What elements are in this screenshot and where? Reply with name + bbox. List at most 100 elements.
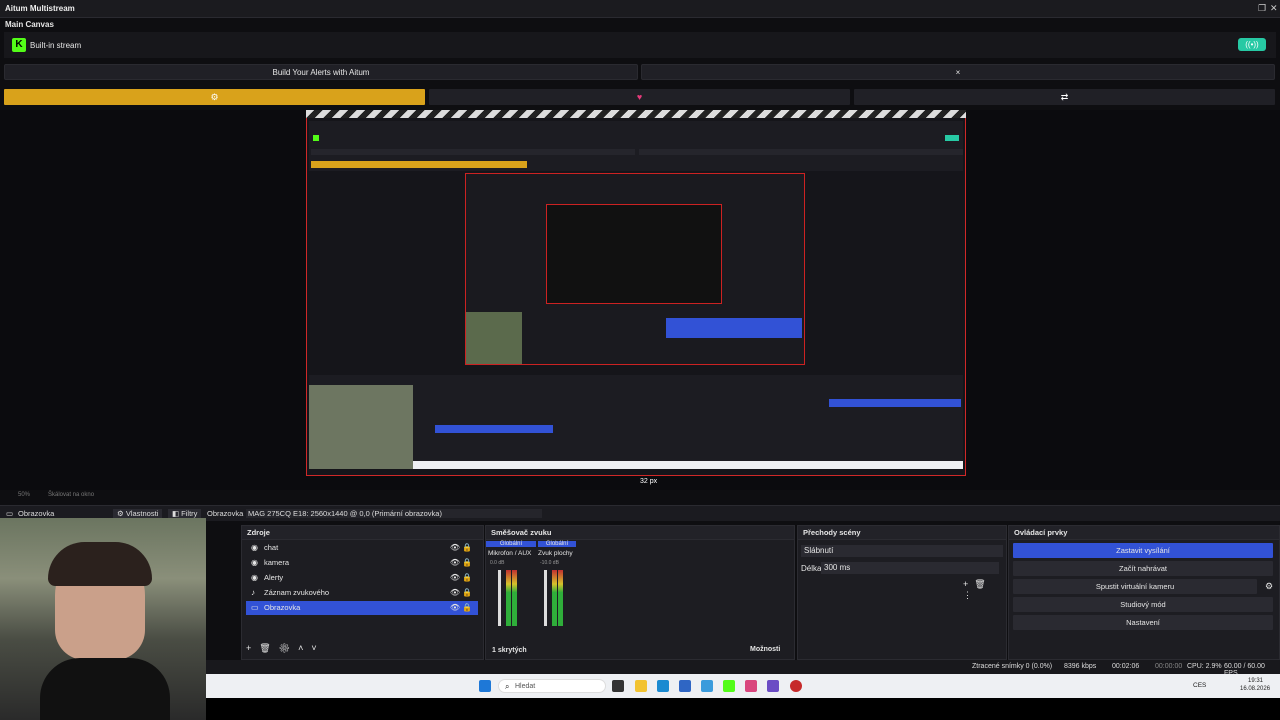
transition-select[interactable]: Slábnutí [801, 545, 1003, 557]
vscode-icon[interactable] [701, 680, 713, 692]
mixer-title: Směšovač zvuku [486, 526, 794, 540]
source-item[interactable]: ♪ Záznam zvukového 👁 🔒 [246, 586, 478, 600]
selected-source-name: Obrazovka [18, 509, 55, 518]
controls-panel: Ovládací prvky Zastavit vysílání Začít n… [1008, 525, 1280, 660]
language[interactable]: CES [1193, 682, 1206, 689]
microphone-icon: ♪ [251, 588, 255, 597]
nested-webcam-2 [309, 385, 413, 469]
nested-controls [666, 318, 802, 338]
channel-1-meter [512, 570, 517, 626]
source-label: chat [264, 543, 279, 552]
source-label: Záznam zvukového [264, 588, 330, 597]
build-alerts-button[interactable]: Build Your Alerts with Aitum [4, 64, 638, 80]
filters-button[interactable]: ◧ Filtry [168, 509, 202, 518]
camera-icon: ◉ [251, 558, 258, 567]
source-label: Obrazovka [264, 603, 301, 612]
close-icon[interactable]: ✕ [1270, 3, 1278, 14]
nested-kick-icon [313, 135, 319, 141]
sources-title: Zdroje [242, 526, 483, 540]
source-item[interactable]: ◉ kamera 👁 🔒 [246, 556, 478, 570]
display-select[interactable]: MAG 275CQ E18: 2560x1440 @ 0,0 (Primární… [246, 509, 542, 518]
search-box[interactable]: ⌕ Hledat [498, 679, 606, 693]
clock-time[interactable]: 19:31 [1248, 678, 1263, 684]
source-label: Alerty [264, 573, 284, 582]
edge-icon[interactable] [657, 680, 669, 692]
hair [48, 542, 152, 586]
source-item-selected[interactable]: ▭ Obrazovka 👁 🔒 [246, 601, 478, 615]
progress-segment-heart[interactable]: ♥ [429, 89, 850, 105]
heart-icon: ♥ [636, 92, 643, 102]
stream-row[interactable]: K Built-in stream ((•)) [4, 32, 1276, 58]
chat-icon: ◉ [251, 543, 258, 552]
zoom-label[interactable]: Škálovat na okno [48, 492, 94, 498]
nested-preview [465, 173, 805, 365]
zoom-bar: 50% Škálovat na okno [0, 490, 1280, 502]
resize-label: 32 px [640, 478, 658, 485]
store-icon[interactable] [679, 680, 691, 692]
settings-button[interactable]: Nastavení [1013, 615, 1273, 630]
monitor-icon: ▭ [251, 603, 259, 612]
zoom-percent[interactable]: 50% [18, 492, 30, 498]
lock-icon: 🔒 [462, 603, 472, 612]
stream-status-button[interactable]: ((•)) [1238, 38, 1266, 51]
gear-icon[interactable]: ⚙ [1265, 581, 1273, 592]
channel-1-fader[interactable] [498, 570, 501, 626]
nested-row [639, 149, 963, 155]
start-recording-button[interactable]: Začít nahrávat [1013, 561, 1273, 576]
transitions-panel: Přechody scény Slábnutí Délka 300 ms +🗑⋮ [797, 525, 1007, 660]
kick-icon: K [12, 38, 26, 52]
channel-2-fader[interactable] [544, 570, 547, 626]
search-icon: ⌕ [505, 682, 510, 691]
kick-app-icon[interactable] [723, 680, 735, 692]
stream-name: Built-in stream [30, 41, 82, 50]
search-text: Hledat [515, 683, 536, 690]
properties-label: Vlastnosti [125, 509, 159, 518]
hidden-count: 1 skrytých [492, 647, 527, 654]
preview-screenshot[interactable] [306, 112, 966, 476]
nested-header [309, 121, 963, 171]
nested-source-selected [435, 425, 553, 433]
stream-time: 00:02:06 [1112, 663, 1140, 670]
mixer-options[interactable]: Možnosti [750, 646, 780, 653]
mixer-tab-2[interactable]: Globální [538, 541, 576, 547]
source-item[interactable]: ◉ Alerty 👁 🔒 [246, 571, 478, 585]
properties-button[interactable]: ⚙ Vlastnosti [113, 509, 163, 518]
mixer-tab-1[interactable]: Globální [486, 541, 536, 547]
canvas-label: Main Canvas [5, 20, 54, 29]
eye-icon: 👁 [449, 573, 460, 582]
instagram-icon[interactable] [745, 680, 757, 692]
stop-stream-button[interactable]: Zastavit vysílání [1013, 543, 1273, 558]
obs-icon[interactable] [790, 680, 802, 692]
channel-2-name: Zvuk plochy [538, 550, 573, 557]
channel-1-db: 0.0 dB [490, 560, 505, 566]
eye-icon: 👁 [449, 588, 460, 597]
windows-start-icon[interactable] [479, 680, 491, 692]
close-banner-button[interactable]: × [641, 64, 1275, 80]
sources-toolbar[interactable]: +🗑⚙˄˅ [246, 643, 325, 654]
eye-icon: 👁 [449, 603, 460, 612]
transitions-toolbar[interactable]: +🗑⋮ [963, 579, 1006, 601]
duration-input[interactable]: 300 ms [821, 562, 999, 574]
app-icon[interactable] [767, 680, 779, 692]
source-item[interactable]: ◉ chat 👁 🔒 [246, 541, 478, 555]
progress-segment-arrows[interactable]: ⇄ [854, 89, 1275, 105]
task-view-icon[interactable] [612, 680, 624, 692]
clock-date[interactable]: 16.08.2026 [1240, 686, 1270, 692]
virtual-camera-button[interactable]: Spustit virtuální kameru [1013, 579, 1257, 594]
nested-progress [311, 161, 527, 168]
explorer-icon[interactable] [635, 680, 647, 692]
studio-mode-button[interactable]: Studiový mód [1013, 597, 1273, 612]
channel-1-name: Mikrofon / AUX [488, 550, 532, 557]
nested-stop-button [829, 399, 961, 407]
progress-segment-gear[interactable]: ⚙ [4, 89, 425, 105]
sources-panel: Zdroje ◉ chat 👁 🔒 ◉ kamera 👁 🔒 ◉ Alerty 👁 🔒 ♪ Zázn… [241, 525, 484, 660]
lock-icon: 🔒 [462, 543, 472, 552]
nested-webcam [466, 312, 522, 364]
eye-icon: 👁 [449, 543, 460, 552]
lock-icon: 🔒 [462, 558, 472, 567]
shirt [40, 658, 170, 720]
nested-taskbar [413, 461, 963, 469]
nested-live-icon [945, 135, 959, 141]
restore-icon[interactable]: ❐ [1258, 3, 1266, 14]
webcam-overlay [0, 518, 206, 720]
